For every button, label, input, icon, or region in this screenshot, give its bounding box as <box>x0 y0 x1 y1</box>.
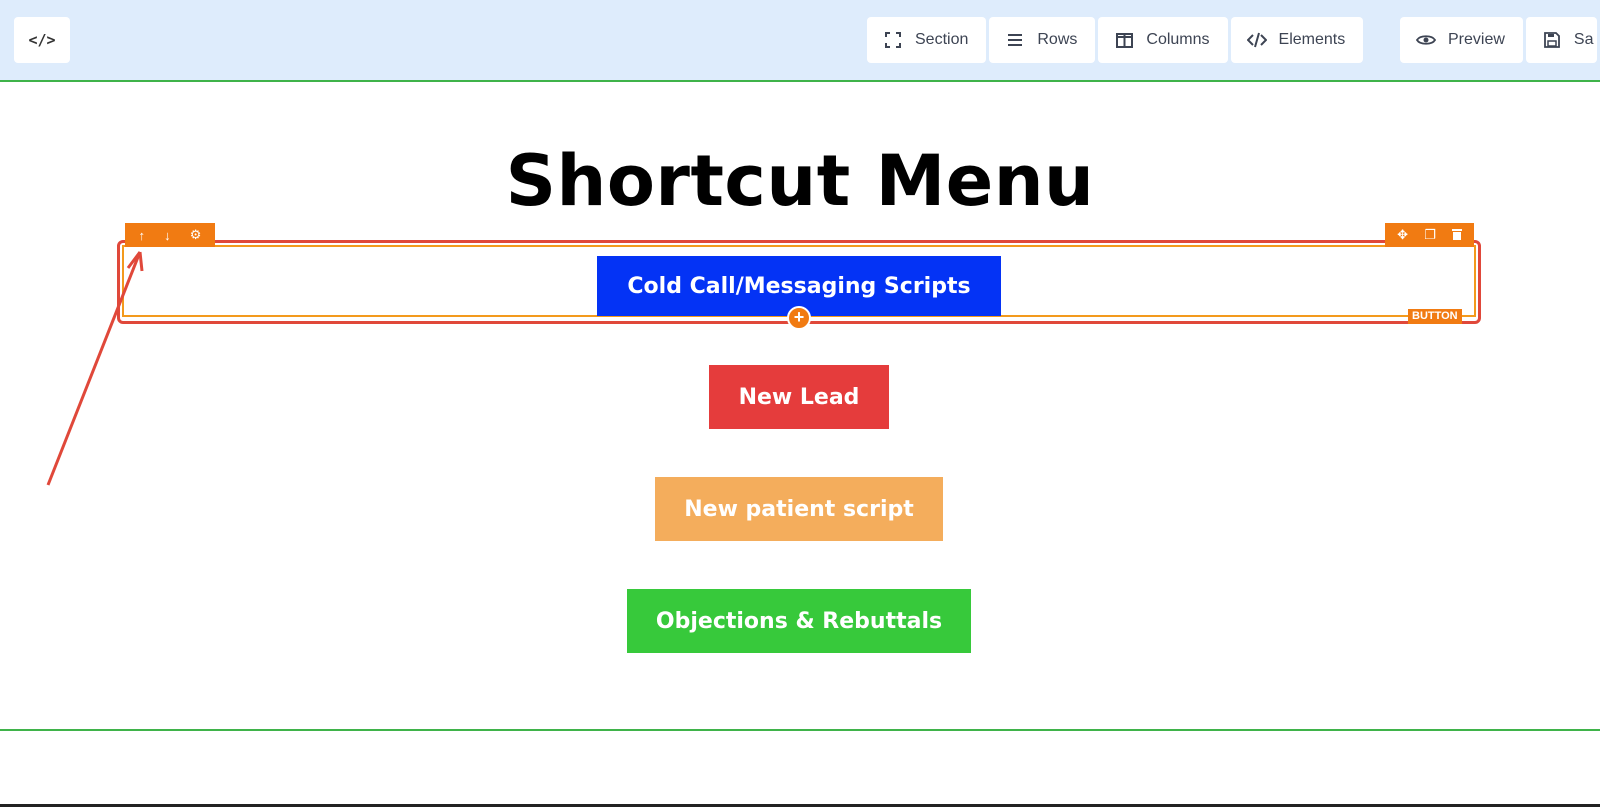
save-button[interactable]: Sa <box>1525 17 1598 63</box>
actions-toolbar: Preview Sa <box>1400 17 1598 63</box>
move-down-icon[interactable]: ↓ <box>164 228 171 243</box>
save-label: Sa <box>1573 31 1594 48</box>
code-icon: </> <box>28 31 56 49</box>
cold-call-scripts-label: Cold Call/Messaging Scripts <box>627 273 971 299</box>
objections-rebuttals-button[interactable]: Objections & Rebuttals <box>627 589 971 653</box>
rows-button[interactable]: Rows <box>989 17 1096 63</box>
elements-button[interactable]: Elements <box>1230 17 1364 63</box>
element-order-controls: ↑ ↓ ⚙ <box>125 223 215 247</box>
structure-toolbar: Section Rows Columns Elements <box>867 17 1364 63</box>
save-icon <box>1542 30 1562 50</box>
elements-icon <box>1246 30 1267 50</box>
section-label: Section <box>915 31 969 48</box>
columns-label: Columns <box>1146 31 1210 48</box>
new-lead-label: New Lead <box>738 384 860 410</box>
columns-button[interactable]: Columns <box>1098 17 1228 63</box>
new-patient-script-button[interactable]: New patient script <box>655 477 943 541</box>
new-patient-script-label: New patient script <box>684 496 914 522</box>
columns-icon <box>1114 30 1134 50</box>
element-action-controls: ✥ ❐ <box>1385 223 1474 247</box>
element-type-badge: BUTTON <box>1408 309 1462 324</box>
section-bottom-border <box>0 729 1600 731</box>
builder-toolbar: </> Section Rows Columns Elements Previe… <box>0 0 1600 82</box>
settings-icon[interactable]: ⚙ <box>190 227 202 243</box>
rows-icon <box>1005 30 1025 50</box>
elements-label: Elements <box>1278 31 1346 48</box>
rows-label: Rows <box>1037 31 1078 48</box>
section-icon <box>883 30 903 50</box>
preview-button[interactable]: Preview <box>1400 17 1523 63</box>
new-lead-button[interactable]: New Lead <box>709 365 889 429</box>
preview-label: Preview <box>1448 31 1505 48</box>
move-up-icon[interactable]: ↑ <box>139 228 146 243</box>
code-view-button[interactable]: </> <box>14 17 70 63</box>
drag-move-icon[interactable]: ✥ <box>1397 227 1408 243</box>
page-title: Shortcut Menu <box>505 140 1095 222</box>
add-element-icon[interactable]: + <box>787 306 811 330</box>
trash-icon[interactable] <box>1451 228 1462 243</box>
section-button[interactable]: Section <box>867 17 987 63</box>
eye-icon <box>1416 30 1436 50</box>
duplicate-icon[interactable]: ❐ <box>1424 227 1436 243</box>
objections-rebuttals-label: Objections & Rebuttals <box>655 608 943 634</box>
